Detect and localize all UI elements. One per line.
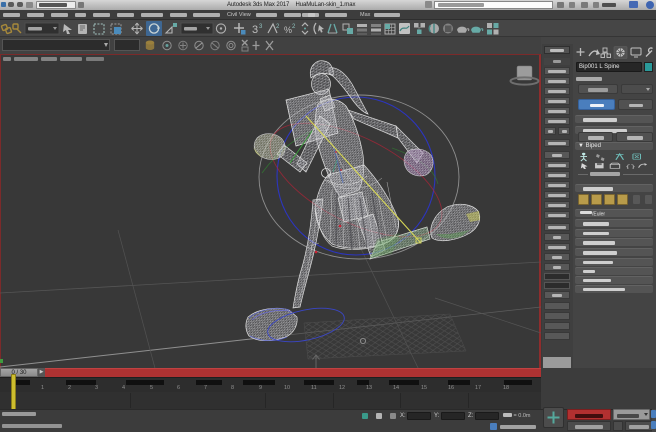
svg-text:3: 3 [252,24,258,36]
svg-text:3: 3 [259,24,263,30]
svg-text:2: 2 [292,24,296,30]
svg-text:2: 2 [276,24,280,30]
svg-text:{}: {} [625,164,635,169]
svg-text:%: % [284,25,292,35]
